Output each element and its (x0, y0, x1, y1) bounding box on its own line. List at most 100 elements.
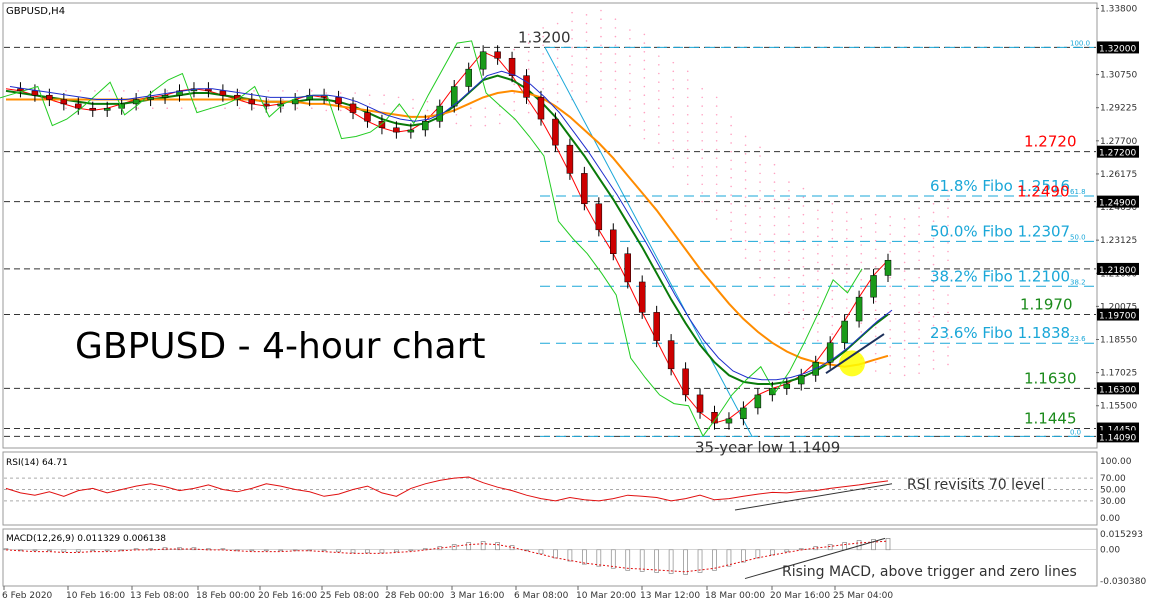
cloud-dot (513, 48, 516, 51)
level-marker-label: 1.32000 (1099, 44, 1136, 54)
macd-bar (47, 549, 52, 552)
cloud-dot (643, 94, 646, 97)
chart-canvas: 100.0 61.8 50.0 38.2 23.6 0.0 1.33800 1.30750 1… (0, 0, 1149, 607)
cloud-dot (600, 70, 602, 73)
cloud-dot (672, 79, 675, 81)
cloud-dot (585, 74, 588, 77)
cloud-dot (658, 107, 660, 110)
cloud-dot (744, 222, 747, 225)
cloud-dot (686, 70, 689, 73)
cloud-dot (658, 124, 660, 127)
cloud-dot (759, 216, 761, 218)
cloud-dot (658, 90, 660, 92)
cloud-dot (715, 192, 718, 194)
cloud-dot (542, 79, 544, 81)
candle-body (147, 97, 154, 100)
cloud-dot (802, 274, 805, 277)
cloud-dot (600, 105, 602, 107)
cloud-dot (918, 320, 920, 322)
cloud-dot (556, 74, 559, 77)
cloud-dot (918, 328, 920, 331)
cloud-dot (831, 202, 834, 205)
cloud-dot (759, 259, 761, 262)
cloud-dot (947, 302, 949, 305)
level-marker-label: 1.14090 (1099, 433, 1136, 443)
cloud-dot (253, 107, 255, 110)
cloud-dot (759, 233, 761, 235)
cloud-dot (773, 198, 776, 201)
cloud-dot (918, 285, 920, 288)
cloud-dot (903, 278, 906, 281)
cloud-dot (889, 294, 891, 296)
cloud-dot (658, 116, 660, 118)
fib-tag: 0.0 (1070, 428, 1081, 436)
cloud-dot (368, 94, 371, 97)
cloud-dot (860, 218, 863, 220)
cloud-dot (947, 242, 949, 244)
cloud-dot (831, 255, 834, 257)
cloud-dot (629, 124, 631, 127)
cloud-dot (788, 207, 790, 209)
cloud-dot (629, 116, 631, 118)
cloud-dot (701, 131, 703, 133)
candle-body (870, 275, 877, 298)
cloud-dot (513, 109, 516, 112)
price-tick-label: 1.29225 (1100, 104, 1137, 114)
cloud-dot (701, 140, 703, 142)
macd-bar (379, 549, 385, 554)
cloud-dot (715, 122, 718, 125)
cloud-dot (137, 107, 140, 110)
cloud-dot (571, 20, 573, 23)
cloud-dot (730, 211, 732, 214)
x-tick-label: 10 Feb 16:00 (66, 591, 125, 601)
cloud-dot (831, 263, 834, 266)
x-tick-label: 18 Feb 00:00 (196, 591, 255, 601)
cloud-dot (759, 207, 761, 209)
cloud-dot (253, 90, 255, 92)
cloud-dot (730, 229, 732, 231)
cloud-dot (802, 187, 805, 190)
cloud-dot (455, 113, 458, 116)
cloud-dot (802, 231, 805, 233)
cloud-dot (571, 55, 573, 57)
cloud-dot (889, 328, 891, 331)
cloud-dot (701, 200, 703, 203)
cloud-dot (932, 263, 935, 266)
macd-bar (827, 544, 833, 551)
cloud-dot (686, 183, 689, 186)
cloud-dot (282, 90, 284, 92)
candle-body (132, 99, 140, 105)
macd-bar (726, 549, 732, 567)
candle-body (349, 103, 357, 113)
cloud-dot (860, 278, 863, 281)
cloud-dot (730, 194, 732, 196)
cloud-dot (325, 92, 328, 94)
cloud-dot (788, 259, 790, 262)
cloud-dot (629, 107, 631, 110)
cloud-dot (802, 222, 805, 225)
cloud-dot (817, 252, 819, 255)
cloud-dot (788, 216, 790, 218)
cloud-dot (831, 246, 834, 249)
macd-bar (842, 542, 847, 551)
macd-bar (668, 549, 674, 574)
candle-body (60, 99, 68, 105)
cloud-dot (715, 148, 718, 151)
macd-bar (365, 549, 370, 554)
x-tick-label: 25 Mar 04:00 (833, 591, 893, 601)
cloud-dot (947, 259, 949, 262)
cloud-dot (773, 207, 776, 209)
cloud-dot (672, 166, 675, 168)
cloud-dot (311, 107, 313, 110)
cloud-dot (715, 183, 718, 186)
cloud-dot (701, 113, 703, 116)
cloud-dot (874, 257, 877, 259)
cloud-dot (788, 198, 790, 201)
cloud-dot (643, 33, 646, 36)
cloud-dot (932, 298, 935, 301)
cloud-dot (585, 22, 588, 25)
cloud-dot (267, 98, 270, 101)
cloud-dot (889, 224, 891, 227)
price-tick-label: 1.17025 (1100, 369, 1137, 379)
cloud-dot (715, 157, 718, 159)
